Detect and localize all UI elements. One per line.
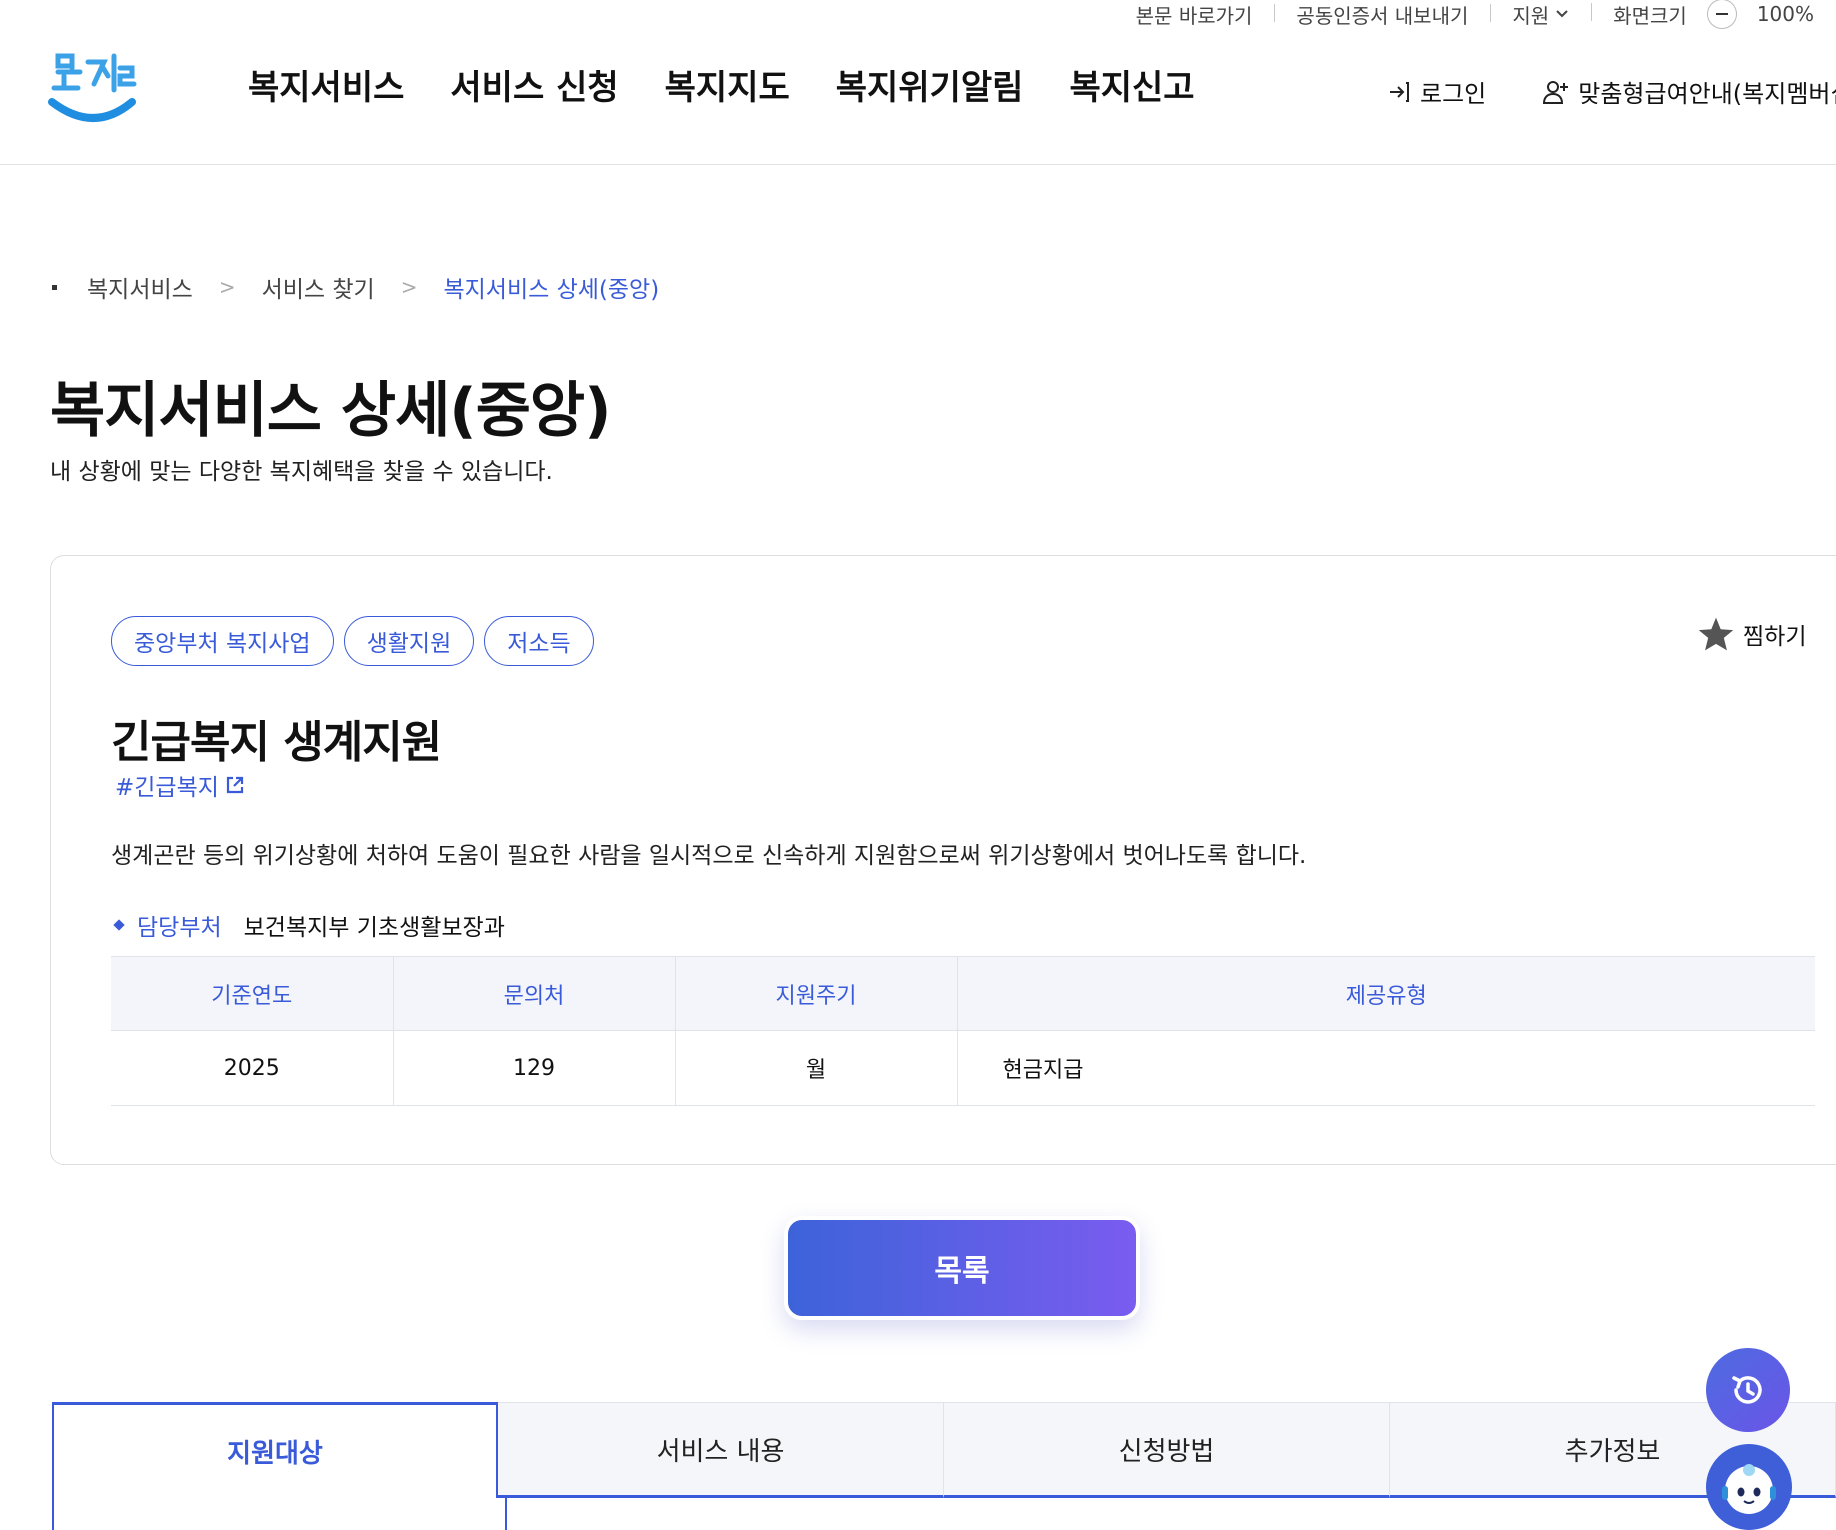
header-actions: 로그인 맞춤형급여안내(복지멤버십 xyxy=(1386,74,1836,109)
breadcrumb-item-current: 복지서비스 상세(중앙) xyxy=(443,277,660,303)
table-row: 2025 129 월 현금지급 xyxy=(111,1030,1815,1106)
region-label: 지원 xyxy=(1512,3,1550,28)
page-description: 내 상황에 맞는 다양한 복지혜택을 찾을 수 있습니다. xyxy=(50,459,553,485)
favorite-button[interactable]: 찜하기 xyxy=(1697,616,1806,652)
breadcrumb: 복지서비스 > 서비스 찾기 > 복지서비스 상세(중앙) xyxy=(52,270,659,304)
header-provision-type: 제공유형 xyxy=(957,956,1815,1031)
service-tags: 중앙부처 복지사업 생활지원 저소득 xyxy=(111,616,594,666)
main-nav: 복지서비스 서비스 신청 복지지도 복지위기알림 복지신고 xyxy=(248,60,1195,109)
nav-service-apply[interactable]: 서비스 신청 xyxy=(450,60,618,109)
header-support-cycle: 지원주기 xyxy=(675,956,958,1031)
login-label: 로그인 xyxy=(1420,80,1487,108)
chevron-right-icon: > xyxy=(400,275,418,299)
chatbot-avatar-icon xyxy=(1722,1464,1776,1514)
cert-export-link[interactable]: 공동인증서 내보내기 xyxy=(1274,0,1490,29)
screen-size-label: 화면크기 xyxy=(1613,3,1687,28)
cell-base-year: 2025 xyxy=(111,1030,394,1106)
site-logo[interactable] xyxy=(48,42,140,138)
service-title: 긴급복지 생계지원 xyxy=(111,717,442,768)
utility-bar: 본문 바로가기 공동인증서 내보내기 지원 화면크기 100% xyxy=(1114,0,1836,29)
tab-panel-border xyxy=(52,1498,54,1530)
custom-benefit-label: 맞춤형급여안내(복지멤버십 xyxy=(1578,80,1836,108)
tab-eligibility[interactable]: 지원대상 xyxy=(52,1402,499,1498)
site-header: 복지서비스 서비스 신청 복지지도 복지위기알림 복지신고 로그인 맞춤형급여안… xyxy=(0,28,1836,165)
skip-to-content-link[interactable]: 본문 바로가기 xyxy=(1114,0,1275,29)
chevron-right-icon: > xyxy=(218,275,236,299)
nav-welfare-service[interactable]: 복지서비스 xyxy=(248,60,404,109)
breadcrumb-item-service-search[interactable]: 서비스 찾기 xyxy=(262,270,375,304)
recent-history-button[interactable] xyxy=(1706,1348,1790,1432)
nav-welfare-report[interactable]: 복지신고 xyxy=(1069,60,1194,109)
header-base-year: 기준연도 xyxy=(111,956,394,1031)
region-select[interactable]: 지원 xyxy=(1490,0,1591,29)
service-card: 중앙부처 복지사업 생활지원 저소득 찜하기 긴급복지 생계지원 #긴급복지 생… xyxy=(50,555,1836,1165)
detail-tabs: 지원대상 서비스 내용 신청방법 추가정보 xyxy=(52,1402,1836,1498)
history-icon xyxy=(1732,1376,1762,1404)
header-contact: 문의처 xyxy=(393,956,676,1031)
tag-living-support[interactable]: 생활지원 xyxy=(343,616,475,666)
minus-icon xyxy=(1715,13,1728,15)
service-info-table: 기준연도 문의처 지원주기 제공유형 2025 129 월 현금지급 xyxy=(111,956,1815,1106)
star-icon xyxy=(1698,617,1734,651)
breadcrumb-item-welfare-service[interactable]: 복지서비스 xyxy=(87,270,193,304)
login-button[interactable]: 로그인 xyxy=(1386,74,1486,109)
chatbot-button[interactable] xyxy=(1706,1444,1792,1530)
favorite-label: 찜하기 xyxy=(1743,624,1807,650)
home-bullet-icon xyxy=(52,284,57,290)
hashtag-link[interactable]: #긴급복지 xyxy=(115,768,245,802)
nav-welfare-map[interactable]: 복지지도 xyxy=(665,60,790,109)
hashtag-label: #긴급복지 xyxy=(115,775,219,801)
list-button[interactable]: 목록 xyxy=(784,1216,1140,1320)
service-description: 생계곤란 등의 위기상황에 처하여 도움이 필요한 사람을 일시적으로 신속하게… xyxy=(111,843,1307,869)
cell-provision-type: 현금지급 xyxy=(957,1030,1815,1106)
external-link-icon xyxy=(226,776,244,794)
screen-size-control: 화면크기 100% xyxy=(1591,0,1836,29)
tab-how-to-apply[interactable]: 신청방법 xyxy=(944,1402,1391,1498)
tab-service-content[interactable]: 서비스 내용 xyxy=(498,1402,945,1498)
page-title: 복지서비스 상세(중앙) xyxy=(50,376,612,446)
zoom-level: 100% xyxy=(1756,2,1814,26)
table-header-row: 기준연도 문의처 지원주기 제공유형 xyxy=(111,956,1815,1031)
user-plus-icon xyxy=(1543,80,1569,104)
tab-panel-border xyxy=(505,1498,507,1530)
tag-low-income[interactable]: 저소득 xyxy=(484,616,594,666)
cell-support-cycle: 월 xyxy=(675,1030,958,1106)
department-label: 담당부처 xyxy=(137,915,222,941)
department-row: 담당부처 보건복지부 기초생활보장과 xyxy=(111,908,505,942)
department-value: 보건복지부 기초생활보장과 xyxy=(243,915,505,941)
custom-benefit-button[interactable]: 맞춤형급여안내(복지멤버십 xyxy=(1542,74,1836,109)
chevron-down-icon xyxy=(1556,10,1568,18)
tag-central-ministry[interactable]: 중앙부처 복지사업 xyxy=(111,616,334,666)
diamond-bullet-icon xyxy=(113,919,125,931)
cell-contact: 129 xyxy=(393,1030,676,1106)
nav-crisis-alert[interactable]: 복지위기알림 xyxy=(836,60,1024,109)
login-icon xyxy=(1390,81,1409,102)
zoom-out-button[interactable] xyxy=(1706,0,1737,29)
bokjiro-logo-icon xyxy=(48,53,137,122)
